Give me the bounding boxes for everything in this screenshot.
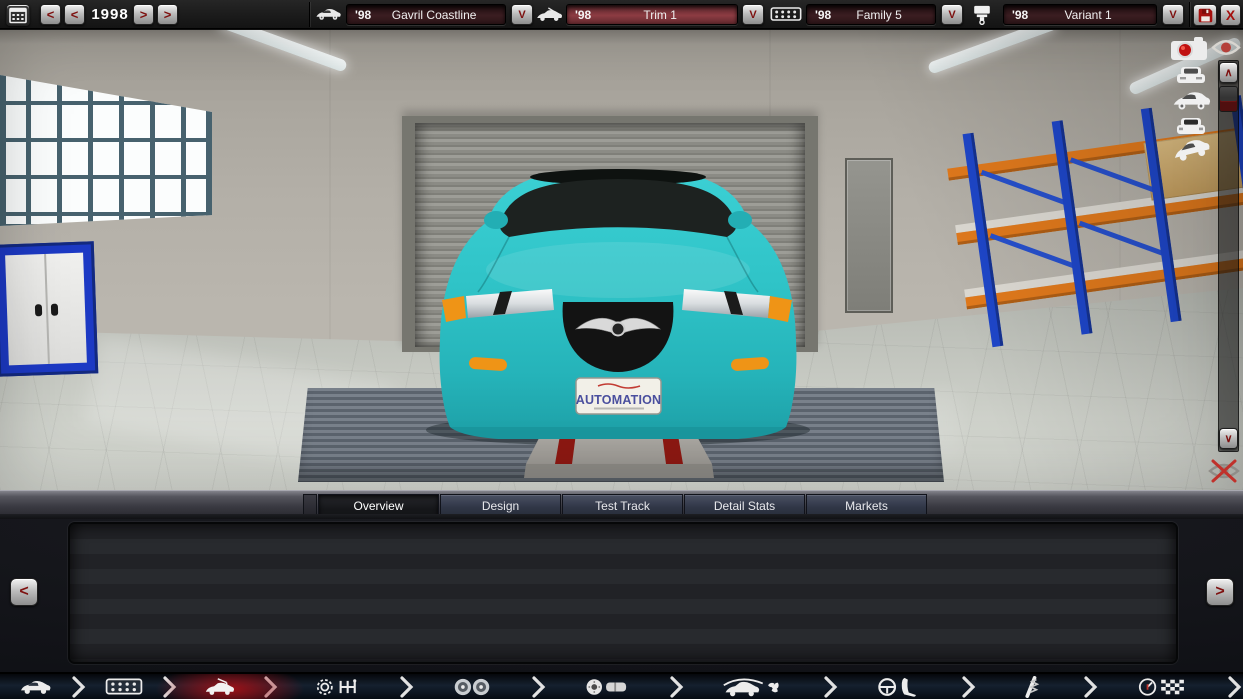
- car-three-quarter-icon: [1171, 139, 1211, 163]
- viewport-scrollbar-track[interactable]: [1218, 60, 1239, 452]
- scrollbar-up-button[interactable]: ∧: [1219, 62, 1238, 83]
- engine-family-icon: [770, 4, 802, 24]
- step-separator-chevron: [1083, 673, 1099, 699]
- trim-name-label: Trim 1: [643, 7, 677, 22]
- brakes-icon: [584, 677, 630, 697]
- tab-markets[interactable]: Markets: [806, 494, 927, 517]
- car-front-icon: [1175, 64, 1207, 85]
- step-separator-chevron: [70, 673, 86, 699]
- family-year-label: '98: [815, 7, 832, 22]
- calendar-icon: [9, 7, 27, 24]
- tab-detail-stats[interactable]: Detail Stats: [684, 494, 805, 517]
- car-body-icon: [18, 678, 52, 696]
- tab-test-track[interactable]: Test Track: [562, 494, 683, 517]
- trim-dropdown-button[interactable]: V: [742, 4, 764, 25]
- step-separator-chevron: [961, 673, 977, 699]
- calendar-button[interactable]: [6, 4, 30, 26]
- camera-icon: [1170, 35, 1208, 61]
- top-bar: < < 1998 > > '98 Gavril Coastline V '98 …: [0, 0, 1243, 29]
- step-test-track[interactable]: [1099, 673, 1227, 699]
- save-icon: [1197, 7, 1214, 24]
- step-gearbox[interactable]: [278, 673, 398, 699]
- test-track-icon: [1137, 677, 1189, 697]
- suspension-icon: [1015, 675, 1045, 698]
- variant-dropdown[interactable]: '98 Variant 1: [1003, 4, 1157, 25]
- step-car-body[interactable]: [0, 673, 70, 699]
- variant-year-label: '98: [1012, 7, 1029, 22]
- step-separator-chevron: [1227, 673, 1243, 699]
- model-year-label: '98: [355, 7, 372, 22]
- year-next-fast-button[interactable]: >: [157, 4, 178, 25]
- car-side-icon: [1171, 90, 1211, 112]
- close-button[interactable]: X: [1220, 4, 1241, 26]
- step-wheels[interactable]: [414, 673, 530, 699]
- step-separator-chevron: [823, 673, 839, 699]
- model-dropdown[interactable]: '98 Gavril Coastline: [346, 4, 506, 25]
- model-name-label: Gavril Coastline: [391, 7, 477, 22]
- step-separator-chevron: [398, 673, 414, 699]
- trim-year-label: '98: [575, 7, 592, 22]
- year-next-button[interactable]: >: [133, 4, 154, 25]
- scrollbar-down-button[interactable]: ∨: [1219, 428, 1238, 449]
- interior-icon: [877, 676, 923, 698]
- trim-crane-icon: [203, 676, 237, 698]
- hide-ui-toggle-button[interactable]: [1206, 456, 1242, 486]
- scrollbar-thumb[interactable]: [1219, 86, 1238, 112]
- garage-3d-viewport[interactable]: AUTOMATION ∧ ∨: [0, 30, 1243, 491]
- variant-name-label: Variant 1: [1064, 7, 1112, 22]
- year-display: 1998: [91, 6, 129, 23]
- top-bar-divider: [1189, 2, 1190, 27]
- panel-next-button[interactable]: >: [1206, 578, 1234, 606]
- license-plate-text: AUTOMATION: [576, 393, 662, 407]
- license-plate: AUTOMATION: [575, 377, 662, 415]
- eye-icon: [1211, 38, 1241, 57]
- model-dropdown-button[interactable]: V: [511, 4, 533, 25]
- family-dropdown-button[interactable]: V: [941, 4, 963, 25]
- year-prev-fast-button[interactable]: <: [40, 4, 61, 25]
- aero-icon: [722, 676, 784, 698]
- family-name-label: Family 5: [856, 7, 902, 22]
- wheels-icon: [452, 677, 492, 697]
- save-button[interactable]: [1193, 4, 1217, 26]
- trim-icon: [534, 4, 564, 25]
- engine-variant-icon: [969, 4, 995, 25]
- top-bar-divider: [309, 2, 310, 27]
- center-tab-strip: Overview Design Test Track Detail Stats …: [0, 490, 1243, 519]
- gearbox-icon: [316, 677, 360, 697]
- panel-prev-button[interactable]: <: [10, 578, 38, 606]
- car-render: AUTOMATION: [426, 169, 810, 478]
- car-rear-icon: [1175, 115, 1207, 136]
- automation-app: < < 1998 > > '98 Gavril Coastline V '98 …: [0, 0, 1243, 699]
- camera-three-quarter-view-button[interactable]: [1170, 138, 1212, 164]
- step-trim-model[interactable]: [177, 673, 262, 699]
- car-model-icon: [314, 4, 342, 24]
- year-prev-button[interactable]: <: [64, 4, 85, 25]
- step-engine[interactable]: [86, 673, 161, 699]
- step-suspension[interactable]: [977, 673, 1083, 699]
- tab-design[interactable]: Design: [440, 494, 561, 517]
- step-interior[interactable]: [839, 673, 961, 699]
- camera-side-view-button[interactable]: [1170, 89, 1212, 113]
- tab-strip-endcap: [303, 494, 317, 517]
- trim-dropdown[interactable]: '98 Trim 1: [566, 4, 738, 25]
- tab-overview[interactable]: Overview: [318, 494, 439, 517]
- eye-hidden-icon: [1207, 458, 1241, 484]
- photo-mode-button[interactable]: [1168, 34, 1210, 62]
- step-brakes[interactable]: [546, 673, 668, 699]
- family-dropdown[interactable]: '98 Family 5: [806, 4, 936, 25]
- engine-icon: [105, 677, 143, 696]
- step-aero[interactable]: [684, 673, 822, 699]
- visibility-toggle-button[interactable]: [1210, 37, 1242, 58]
- overview-panel: < >: [0, 519, 1243, 672]
- camera-front-view-button[interactable]: [1172, 63, 1210, 86]
- step-separator-chevron: [668, 673, 684, 699]
- design-steps-toolbar: [0, 672, 1243, 699]
- camera-rear-view-button[interactable]: [1172, 114, 1210, 137]
- overview-panel-content: [68, 522, 1178, 664]
- step-separator-chevron: [530, 673, 546, 699]
- variant-dropdown-button[interactable]: V: [1162, 4, 1184, 25]
